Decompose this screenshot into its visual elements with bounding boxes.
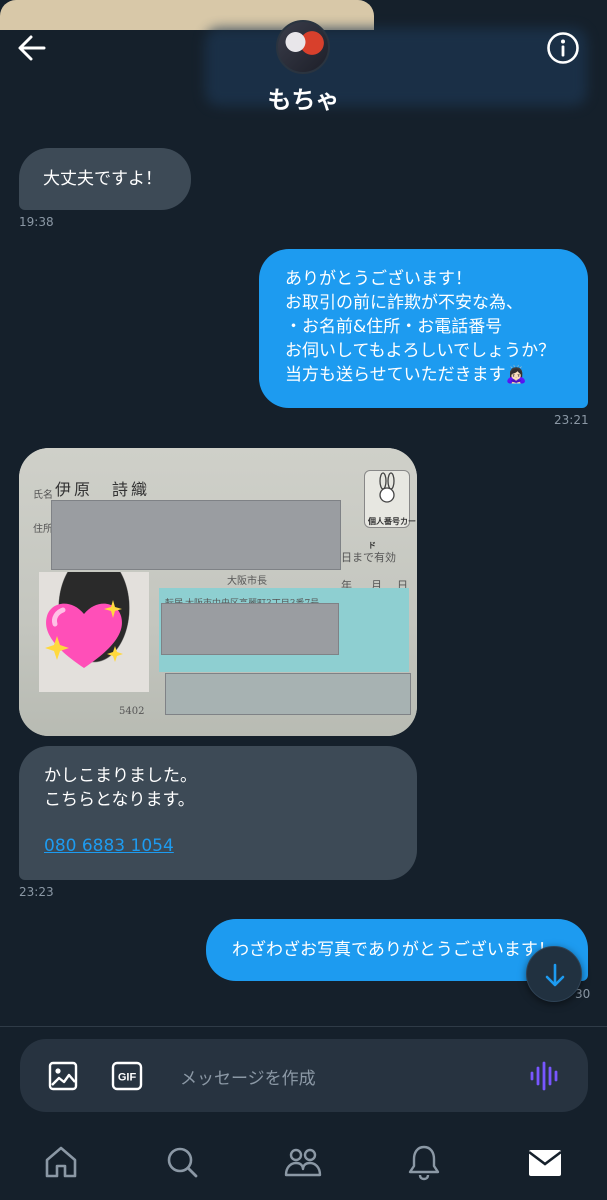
message-line: ありがとうございます！	[285, 269, 472, 289]
card-type-label: 個人番号カード	[368, 517, 416, 550]
message-line: お取引の前に詐欺が不安な為、	[285, 293, 523, 313]
nav-messages[interactable]	[525, 1142, 565, 1182]
card-number-fragment: 5402	[119, 706, 145, 717]
message-line: かしこまりました。	[44, 766, 197, 786]
nav-search[interactable]	[162, 1142, 202, 1182]
id-card-photo: 氏名 伊原 詩織 住所 日まで有効 大阪市長 年 月 日 転居 大阪市中央区高麗…	[19, 448, 417, 736]
arrow-down-icon	[545, 963, 565, 987]
contact-name[interactable]: もちゃ	[0, 80, 607, 115]
redaction-box	[51, 500, 341, 570]
home-icon	[45, 1146, 77, 1178]
arrow-left-icon	[18, 35, 46, 61]
add-image-button[interactable]	[47, 1060, 79, 1092]
message-text: わざわざお写真でありがとうございます！	[232, 940, 555, 960]
info-icon	[547, 32, 579, 64]
communities-icon	[284, 1148, 322, 1177]
card-address-label: 住所	[33, 524, 53, 535]
nav-home[interactable]	[41, 1142, 81, 1182]
message-timestamp: 19:38	[19, 215, 54, 229]
message-incoming[interactable]: 大丈夫ですよ！	[19, 148, 191, 210]
messages-icon	[528, 1150, 562, 1176]
image-icon	[48, 1061, 78, 1091]
bottom-navigation	[0, 1130, 607, 1200]
card-name-label: 氏名	[33, 490, 53, 501]
redaction-box	[165, 673, 411, 715]
message-text: 大丈夫ですよ！	[43, 169, 162, 189]
message-line: お伺いしてもよろしいでしょうか？	[285, 341, 556, 361]
conversation-header: もちゃ	[0, 0, 607, 130]
message-line: 当方も送らせていただきます🙇🏻‍♀️	[285, 365, 527, 385]
nav-communities[interactable]	[283, 1142, 323, 1182]
voice-waveform-icon	[530, 1061, 558, 1091]
message-timestamp: 23:21	[554, 413, 589, 427]
divider	[0, 1026, 607, 1027]
message-timestamp: 23:23	[19, 885, 54, 899]
message-outgoing[interactable]: ありがとうございます！ お取引の前に詐欺が不安な為、 ・お名前&住所・お電話番号…	[259, 249, 588, 408]
message-input[interactable]: メッセージを作成	[180, 1064, 316, 1089]
message-line: こちらとなります。	[44, 790, 195, 810]
card-holder-name: 伊原 詩織	[55, 480, 151, 499]
notifications-icon	[408, 1145, 440, 1181]
back-button[interactable]	[14, 30, 50, 66]
add-gif-button[interactable]: GIF	[111, 1060, 143, 1092]
phone-number-link[interactable]: 080 6883 1054	[44, 834, 392, 858]
voice-message-button[interactable]	[528, 1060, 560, 1092]
nav-notifications[interactable]	[404, 1142, 444, 1182]
search-icon	[167, 1147, 198, 1178]
message-line: ・お名前&住所・お電話番号	[285, 317, 503, 337]
sparkling-heart-icon	[45, 600, 123, 668]
gif-icon: GIF	[111, 1061, 143, 1091]
rabbit-icon	[379, 472, 395, 503]
message-composer[interactable]: GIF メッセージを作成	[20, 1039, 588, 1112]
gif-label: GIF	[118, 1072, 137, 1084]
message-incoming[interactable]: かしこまりました。 こちらとなります。 080 6883 1054	[19, 746, 417, 880]
message-image[interactable]: 氏名 伊原 詩織 住所 日まで有効 大阪市長 年 月 日 転居 大阪市中央区高麗…	[19, 448, 417, 736]
info-button[interactable]	[545, 30, 581, 66]
redaction-box	[161, 603, 339, 655]
avatar[interactable]	[276, 20, 330, 74]
scroll-to-bottom-button[interactable]	[526, 946, 582, 1002]
